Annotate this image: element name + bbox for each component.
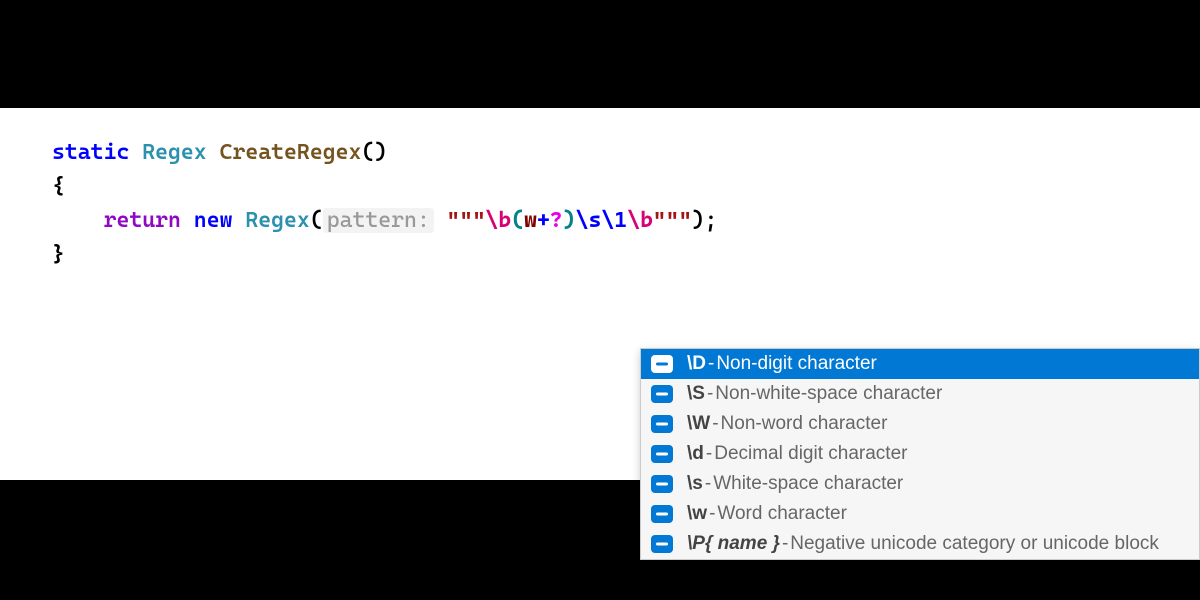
string-quote-open: """ (447, 208, 486, 233)
paren-close: ) (692, 208, 705, 233)
keyword-static: static (52, 140, 129, 165)
string-quote-close: """ (653, 208, 692, 233)
separator: - (705, 473, 711, 495)
intellisense-item[interactable]: \S - Non-white-space character (641, 379, 1199, 409)
separator: - (782, 533, 788, 555)
intellisense-item[interactable]: \d - Decimal digit character (641, 439, 1199, 469)
completion-token: \D (687, 353, 706, 375)
method-name: CreateRegex (220, 140, 362, 165)
completion-description: White-space character (713, 473, 903, 495)
regex-backref: \1 (601, 208, 627, 233)
completion-description: Non-white-space character (715, 383, 942, 405)
separator: - (707, 383, 713, 405)
snippet-icon (651, 505, 673, 523)
keyword-new: new (194, 208, 233, 233)
separator: - (708, 353, 714, 375)
semicolon: ; (705, 208, 718, 233)
completion-token: \d (687, 443, 704, 465)
separator: - (709, 503, 715, 525)
completion-token: \S (687, 383, 705, 405)
parens: () (361, 140, 387, 165)
brace-open: { (52, 174, 65, 199)
snippet-icon (651, 415, 673, 433)
snippet-icon (651, 355, 673, 373)
intellisense-item[interactable]: \w - Word character (641, 499, 1199, 529)
intellisense-item[interactable]: \P{ name } - Negative unicode category o… (641, 529, 1199, 559)
completion-description: Decimal digit character (714, 443, 907, 465)
completion-description: Word character (717, 503, 847, 525)
code-content: static Regex CreateRegex() { return new … (0, 108, 1200, 272)
regex-escape-s: \s (576, 208, 602, 233)
separator: - (706, 443, 712, 465)
completion-description: Non-digit character (716, 353, 877, 375)
param-hint: pattern: (323, 208, 434, 233)
regex-plus: + (537, 208, 550, 233)
keyword-return: return (104, 208, 181, 233)
regex-anchor-b2: \b (627, 208, 653, 233)
snippet-icon (651, 475, 673, 493)
intellisense-item[interactable]: \s - White-space character (641, 469, 1199, 499)
paren-open: ( (310, 208, 323, 233)
regex-quantifier: ? (550, 208, 563, 233)
completion-token: \W (687, 413, 710, 435)
regex-group-open: ( (511, 208, 524, 233)
completion-token: \w (687, 503, 707, 525)
intellisense-popup[interactable]: \D - Non-digit character\S - Non-white-s… (640, 348, 1200, 560)
separator: - (712, 413, 718, 435)
regex-w: w (524, 208, 537, 233)
snippet-icon (651, 445, 673, 463)
completion-description: Non-word character (721, 413, 888, 435)
regex-anchor-b1: \b (485, 208, 511, 233)
intellisense-item[interactable]: \W - Non-word character (641, 409, 1199, 439)
completion-token: \s (687, 473, 703, 495)
snippet-icon (651, 535, 673, 553)
code-editor[interactable]: static Regex CreateRegex() { return new … (0, 108, 1200, 480)
regex-group-close: ) (563, 208, 576, 233)
completion-token: \P{ name } (687, 533, 780, 555)
snippet-icon (651, 385, 673, 403)
intellisense-item[interactable]: \D - Non-digit character (641, 349, 1199, 379)
brace-close: } (52, 242, 65, 267)
type-regex: Regex (142, 140, 206, 165)
completion-description: Negative unicode category or unicode blo… (790, 533, 1159, 555)
ctor-type: Regex (245, 208, 309, 233)
